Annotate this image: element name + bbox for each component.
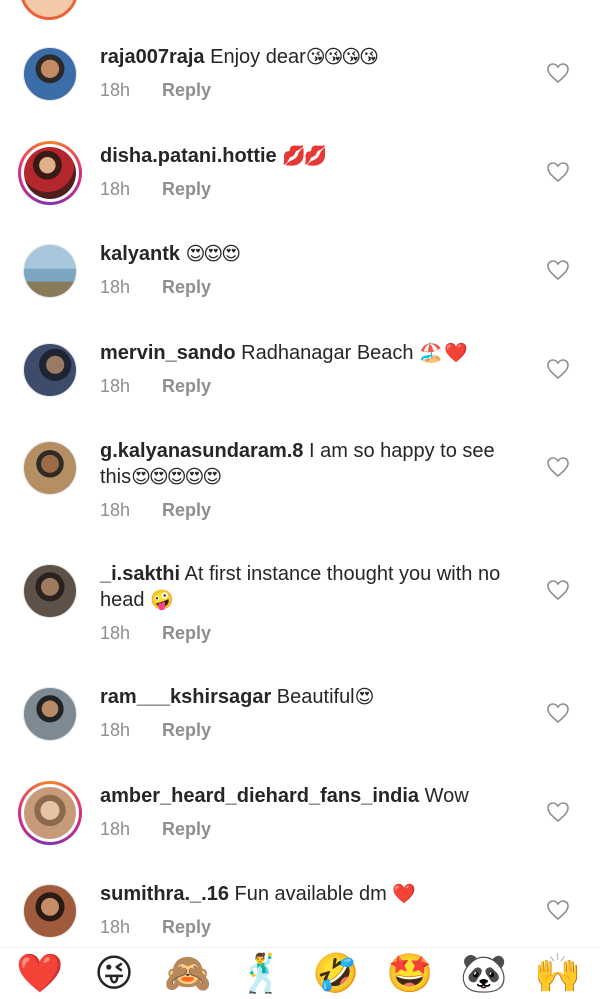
comment-username[interactable]: ram___kshirsagar — [100, 686, 271, 708]
comment-time: 18h — [100, 720, 131, 740]
avatar[interactable] — [22, 883, 78, 939]
heart-outline-icon[interactable] — [546, 358, 570, 380]
comment-message: Beautiful — [276, 686, 355, 708]
comment-text: kalyantk 😍😍😍 — [100, 241, 520, 268]
comment-time: 18h — [100, 917, 131, 937]
comment-emoji: 😘😘😘😘 — [305, 47, 379, 68]
comment-meta: 18h Reply — [100, 374, 211, 398]
comment-text: sumithra._.16 Fun available dm ❤️ — [100, 881, 520, 908]
reaction-see-no-evil-monkey[interactable]: 🙈 — [164, 948, 212, 999]
heart-outline-icon[interactable] — [546, 456, 570, 478]
reply-button[interactable]: Reply — [162, 179, 211, 199]
previous-comment-partial — [0, 0, 600, 20]
avatar — [20, 0, 78, 20]
comment-username[interactable]: kalyantk — [100, 243, 180, 265]
heart-outline-icon[interactable] — [546, 62, 570, 84]
comment-meta: 18h Reply — [100, 718, 211, 742]
comment-text: raja007raja Enjoy dear😘😘😘😘 — [100, 44, 520, 71]
heart-outline-icon[interactable] — [546, 579, 570, 601]
avatar[interactable] — [18, 781, 82, 845]
avatar[interactable] — [22, 563, 78, 619]
comment-username[interactable]: raja007raja — [100, 46, 205, 68]
avatar[interactable] — [22, 243, 78, 299]
comment-message: Wow — [424, 785, 469, 807]
comment-username[interactable]: amber_heard_diehard_fans_india — [100, 785, 419, 807]
reply-button[interactable]: Reply — [162, 376, 211, 396]
heart-outline-icon[interactable] — [546, 899, 570, 921]
comment-meta: 18h Reply — [100, 817, 211, 841]
reply-button[interactable]: Reply — [162, 80, 211, 100]
heart-outline-icon[interactable] — [546, 259, 570, 281]
comment-message: Enjoy dear — [210, 46, 306, 68]
comment-username[interactable]: mervin_sando — [100, 342, 236, 364]
reply-button[interactable]: Reply — [162, 720, 211, 740]
reaction-panda[interactable]: 🐼 — [460, 948, 508, 999]
comment-meta: 18h Reply — [100, 621, 211, 645]
comment-time: 18h — [100, 623, 131, 643]
comment-time: 18h — [100, 376, 131, 396]
comment-emoji: 😍😍😍 — [185, 244, 241, 265]
reaction-winking-tongue[interactable]: 😜 — [90, 948, 138, 999]
comment-time: 18h — [100, 819, 131, 839]
comment-time: 18h — [100, 80, 131, 100]
heart-outline-icon[interactable] — [546, 702, 570, 724]
comment-emoji: 🏖️ ❤️ — [419, 343, 468, 364]
comment-meta: 18h Reply — [100, 915, 211, 939]
avatar[interactable] — [22, 686, 78, 742]
reaction-heart[interactable]: ❤️ — [16, 948, 64, 999]
comment-meta: 18h Reply — [100, 177, 211, 201]
comment-text: ram___kshirsagar Beautiful😍 — [100, 684, 520, 711]
comment-text: _i.sakthi At first instance thought you … — [100, 561, 520, 614]
comment-message: Radhanagar Beach — [241, 342, 414, 364]
comment-meta: 18h Reply — [100, 78, 211, 102]
comment-meta: 18h Reply — [100, 275, 211, 299]
comment-text: g.kalyanasundaram.8 I am so happy to see… — [100, 438, 520, 491]
comment-text: amber_heard_diehard_fans_india Wow — [100, 783, 520, 810]
reaction-rolling-laughing[interactable]: 🤣 — [312, 948, 360, 999]
comment-emoji: 😍 — [354, 687, 375, 708]
comment-emoji: 🤪 — [150, 590, 174, 611]
comment-time: 18h — [100, 277, 131, 297]
reply-button[interactable]: Reply — [162, 819, 211, 839]
heart-outline-icon[interactable] — [546, 161, 570, 183]
quick-reactions-bar: ❤️ 😜 🙈 🕺 🤣 🤩 🐼 🙌 — [0, 947, 600, 999]
reply-button[interactable]: Reply — [162, 277, 211, 297]
comment-time: 18h — [100, 500, 131, 520]
comment-emoji: 😍😍😍😍😍 — [131, 467, 222, 488]
comment-username[interactable]: g.kalyanasundaram.8 — [100, 440, 303, 462]
comment-time: 18h — [100, 179, 131, 199]
comment-username[interactable]: _i.sakthi — [100, 563, 180, 585]
heart-outline-icon[interactable] — [546, 801, 570, 823]
comment-emoji: 💋💋 — [282, 146, 327, 167]
reaction-raised-hands[interactable]: 🙌 — [534, 948, 582, 999]
avatar[interactable] — [22, 440, 78, 496]
comment-username[interactable]: disha.patani.hottie — [100, 145, 277, 167]
avatar[interactable] — [22, 46, 78, 102]
reaction-dancer[interactable]: 🕺 — [238, 948, 286, 999]
comment-message: Fun available dm — [234, 883, 387, 905]
reaction-star-struck[interactable]: 🤩 — [386, 948, 434, 999]
comment-username[interactable]: sumithra._.16 — [100, 883, 229, 905]
comment-text: mervin_sando Radhanagar Beach 🏖️ ❤️ — [100, 340, 520, 367]
reply-button[interactable]: Reply — [162, 623, 211, 643]
reply-button[interactable]: Reply — [162, 500, 211, 520]
comment-emoji: ❤️ — [392, 884, 416, 905]
comment-meta: 18h Reply — [100, 498, 211, 522]
avatar[interactable] — [22, 342, 78, 398]
reply-button[interactable]: Reply — [162, 917, 211, 937]
avatar[interactable] — [18, 141, 82, 205]
comment-text: disha.patani.hottie 💋💋 — [100, 143, 520, 170]
